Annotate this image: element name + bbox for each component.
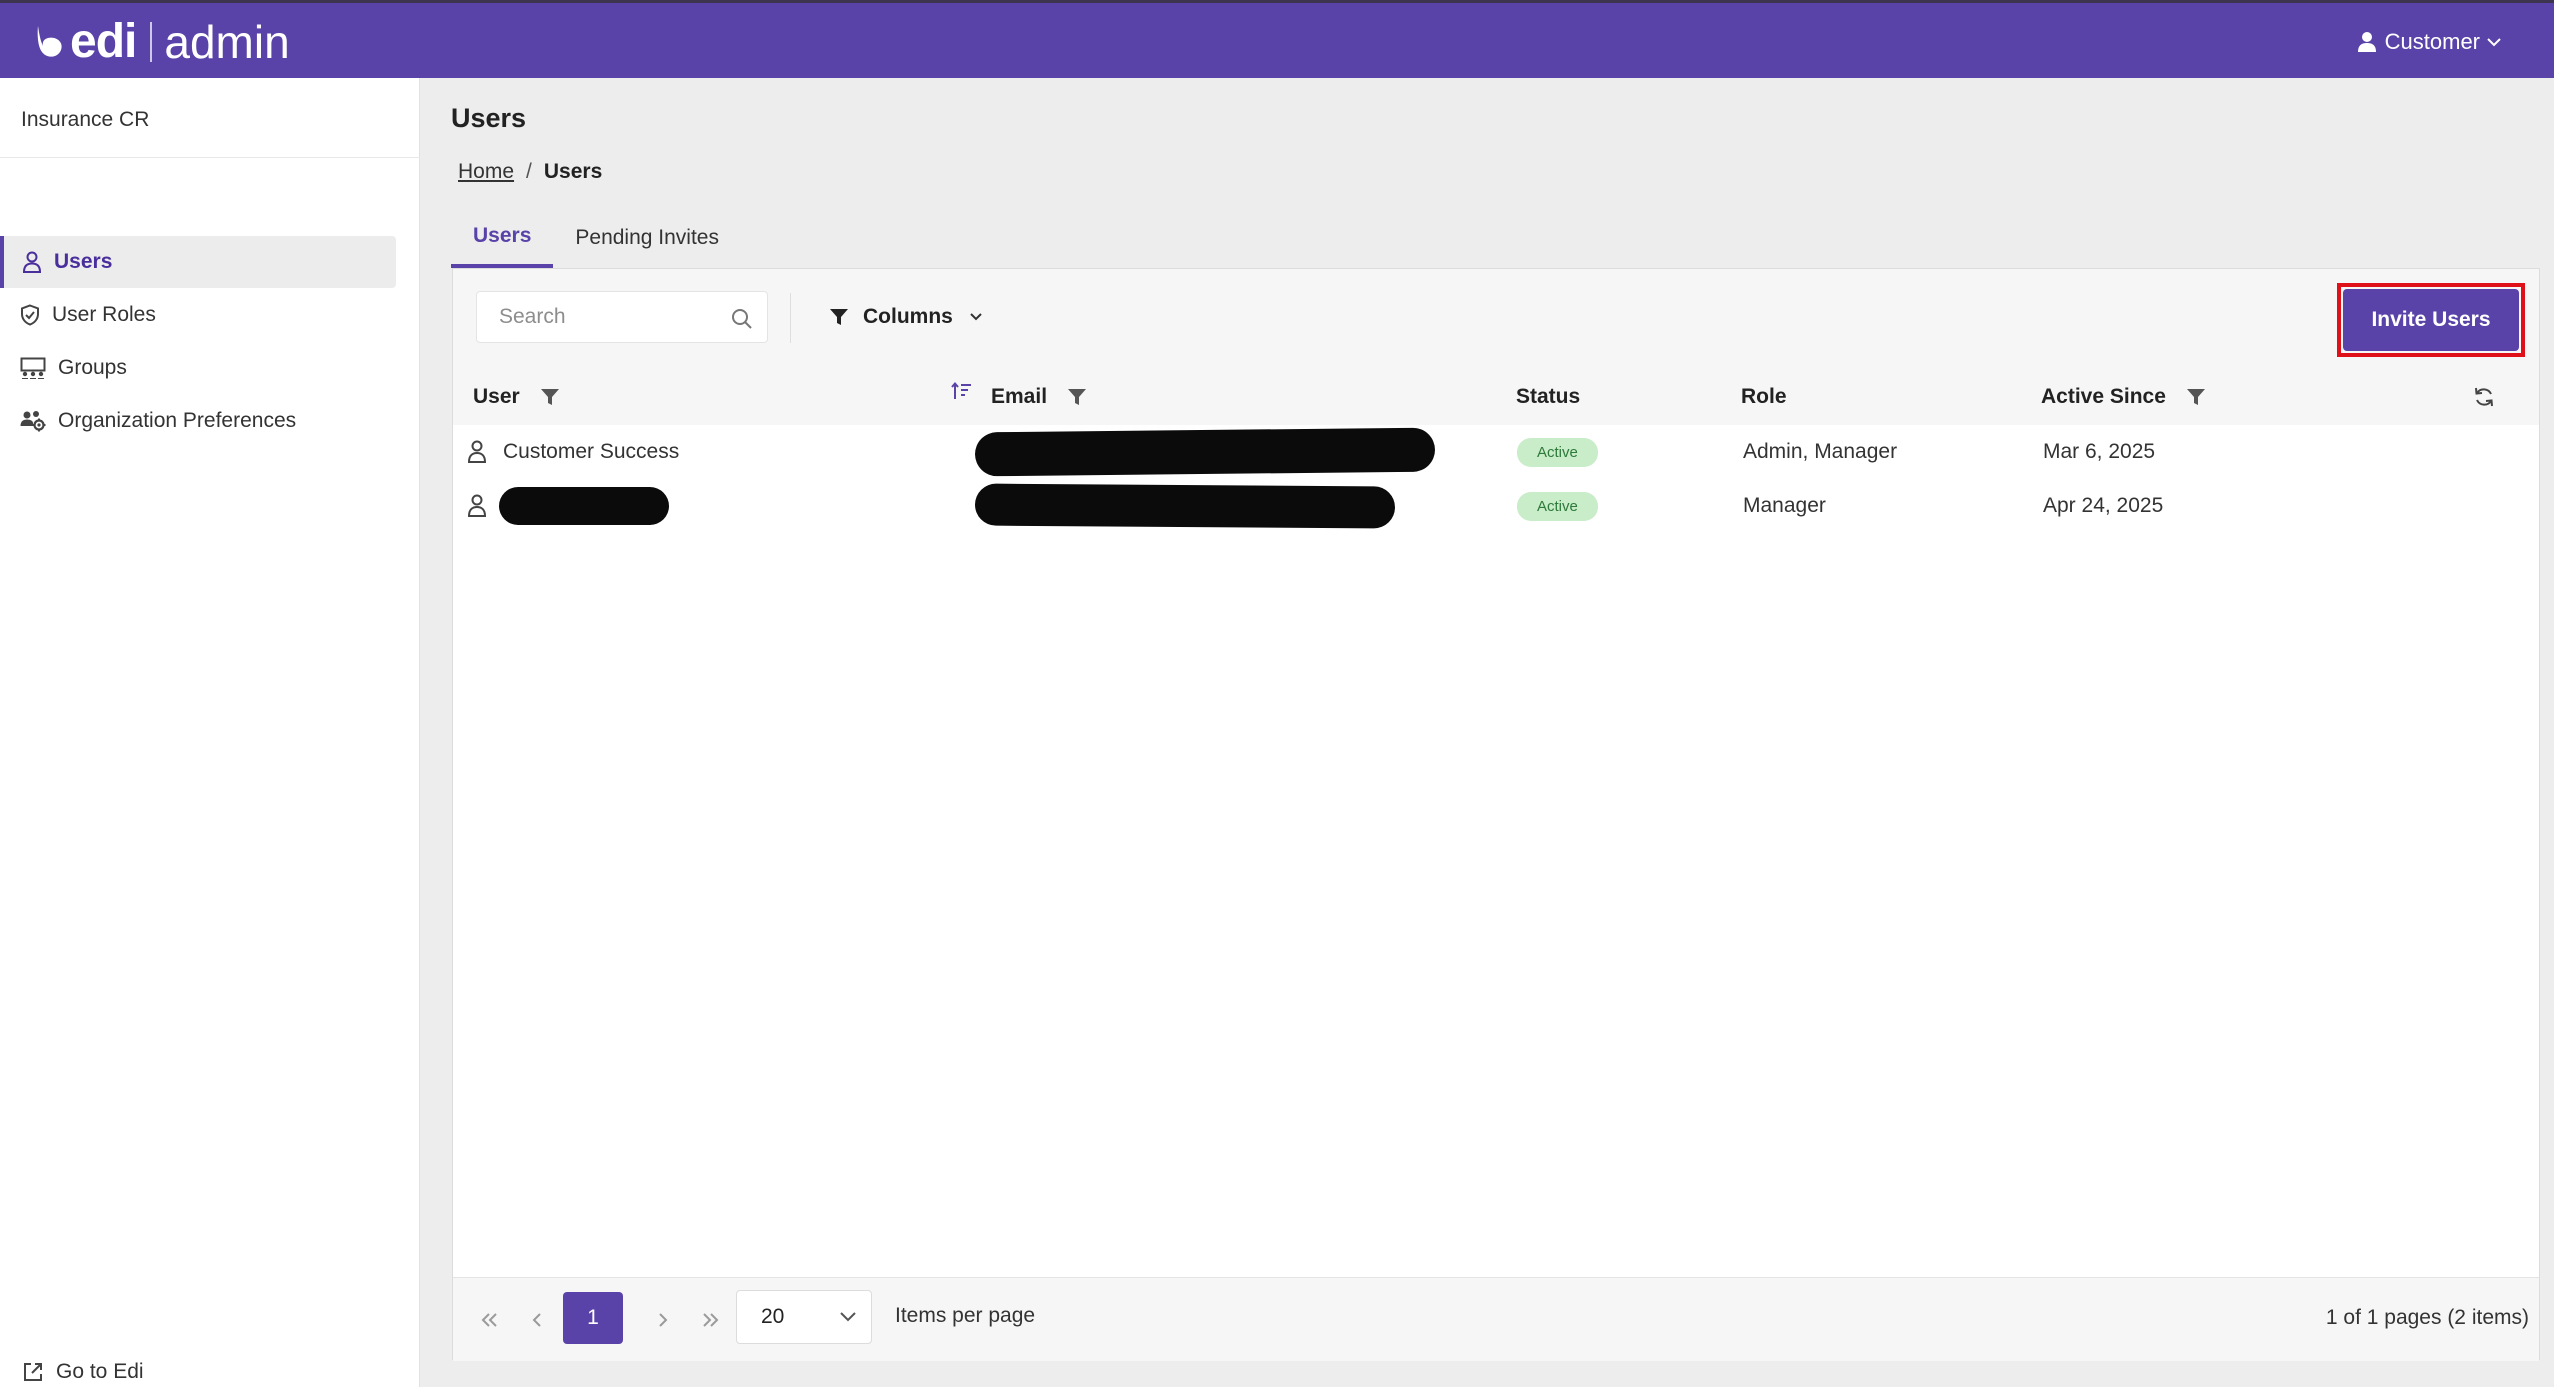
role-cell: Manager <box>1743 494 1826 517</box>
column-header-role[interactable]: Role <box>1741 369 1787 425</box>
external-link-icon <box>24 1363 42 1381</box>
status-cell: Active <box>1517 479 1598 533</box>
user-icon <box>467 440 487 463</box>
page-size-value: 20 <box>761 1305 785 1328</box>
table-row[interactable]: Active Manager Apr 24, 2025 <box>453 479 2539 533</box>
tab-users[interactable]: Users <box>451 208 554 268</box>
double-chevron-right-icon <box>703 1313 719 1327</box>
column-header-active-since[interactable]: Active Since <box>2041 369 2206 425</box>
sidebar-divider <box>0 157 420 158</box>
tab-bar: Users Pending Invites <box>451 208 741 268</box>
breadcrumb-home-link[interactable]: Home <box>458 160 514 184</box>
user-name: Customer Success <box>503 440 680 463</box>
logo-divider <box>150 22 153 62</box>
account-label: Customer <box>2384 29 2480 54</box>
users-table-panel: Columns Invite Users User Email Status <box>452 268 2540 1361</box>
chevron-down-icon <box>970 313 982 321</box>
refresh-icon[interactable] <box>2473 386 2495 408</box>
filter-icon[interactable] <box>2186 387 2206 407</box>
user-cell: Customer Success <box>467 425 679 479</box>
filter-icon <box>830 309 848 325</box>
redacted-user-name <box>499 487 669 525</box>
organization-name: Insurance CR <box>21 108 150 131</box>
people-settings-icon <box>20 411 46 432</box>
filter-icon[interactable] <box>540 387 560 407</box>
last-page-button[interactable] <box>695 1304 727 1336</box>
columns-label: Columns <box>863 305 953 328</box>
page-size-select[interactable]: 20 <box>736 1290 872 1344</box>
sidebar-item-label: User Roles <box>52 303 156 326</box>
column-header-label: Active Since <box>2041 385 2166 408</box>
table-header: User Email Status Role Active Since <box>453 369 2539 425</box>
status-badge: Active <box>1517 437 1598 467</box>
column-header-label: Role <box>1741 385 1787 408</box>
search-icon[interactable] <box>731 308 753 330</box>
breadcrumb: Home / Users <box>458 160 602 184</box>
column-header-user[interactable]: User <box>473 369 560 425</box>
sidebar-item-label: Organization Preferences <box>58 409 297 432</box>
double-chevron-left-icon <box>481 1313 497 1327</box>
first-page-button[interactable] <box>473 1304 505 1336</box>
user-solid-icon <box>2357 32 2376 52</box>
sidebar-item-groups[interactable]: Groups <box>0 342 396 394</box>
product-name: admin <box>164 16 290 68</box>
column-header-email[interactable]: Email <box>991 369 1087 425</box>
sidebar: Insurance CR Users User Roles Groups Org… <box>0 78 420 1387</box>
column-header-label: Email <box>991 385 1048 408</box>
redacted-email <box>974 483 1396 529</box>
email-cell <box>974 425 1436 479</box>
active-since-cell: Mar 6, 2025 <box>2043 440 2156 463</box>
redacted-email <box>974 427 1436 477</box>
search-box <box>476 291 768 343</box>
account-menu-button[interactable]: Customer <box>2357 25 2510 59</box>
pagination-summary: 1 of 1 pages (2 items) <box>2325 1306 2529 1329</box>
active-since-cell: Apr 24, 2025 <box>2043 494 2164 517</box>
sidebar-item-label: Groups <box>58 356 127 379</box>
column-header-label: Status <box>1516 385 1581 408</box>
edi-admin-logo[interactable]: edi admin <box>34 13 290 71</box>
page-1-button[interactable]: 1 <box>563 1292 623 1344</box>
sort-ascending-icon[interactable] <box>950 381 972 401</box>
breadcrumb-separator: / <box>526 160 532 183</box>
role-cell: Admin, Manager <box>1743 440 1898 463</box>
invite-users-button[interactable]: Invite Users <box>2343 289 2519 351</box>
email-cell <box>974 479 1396 533</box>
tab-pending-invites[interactable]: Pending Invites <box>553 208 741 268</box>
status-cell: Active <box>1517 425 1598 479</box>
previous-page-button[interactable] <box>521 1304 553 1336</box>
user-cell <box>467 479 669 533</box>
columns-button[interactable]: Columns <box>829 299 983 335</box>
filter-icon[interactable] <box>1067 387 1087 407</box>
go-to-edi-label: Go to Edi <box>56 1360 144 1383</box>
shield-check-icon <box>21 304 39 326</box>
pagination-bar: 1 20 Items per page 1 of 1 pages (2 item… <box>453 1277 2539 1361</box>
top-bar: edi admin Customer <box>0 0 2554 78</box>
brand-name: edi <box>70 15 137 68</box>
sidebar-item-user-roles[interactable]: User Roles <box>0 289 396 341</box>
table-row[interactable]: Customer Success Active Admin, Manager M… <box>453 425 2539 479</box>
go-to-edi-link[interactable]: Go to Edi <box>22 1360 144 1384</box>
next-page-button[interactable] <box>647 1304 679 1336</box>
chevron-left-icon <box>532 1313 541 1327</box>
column-header-label: User <box>473 385 520 408</box>
status-badge: Active <box>1517 491 1598 521</box>
user-icon <box>467 494 487 517</box>
chevron-down-icon <box>2487 38 2501 47</box>
toolbar-divider <box>790 293 791 343</box>
sidebar-item-users[interactable]: Users <box>0 236 396 288</box>
column-header-status[interactable]: Status <box>1516 369 1580 425</box>
user-icon <box>22 251 42 273</box>
edi-leaf-icon <box>37 26 62 57</box>
groups-icon <box>20 357 46 379</box>
page-title: Users <box>451 103 527 133</box>
table-toolbar: Columns Invite Users <box>453 269 2539 369</box>
sidebar-item-organization-preferences[interactable]: Organization Preferences <box>0 395 396 447</box>
chevron-down-icon <box>840 1312 856 1322</box>
search-input[interactable] <box>477 292 717 342</box>
sidebar-item-label: Users <box>54 250 113 273</box>
chevron-right-icon <box>659 1313 668 1327</box>
items-per-page-label: Items per page <box>895 1304 1036 1327</box>
breadcrumb-current: Users <box>543 160 603 183</box>
